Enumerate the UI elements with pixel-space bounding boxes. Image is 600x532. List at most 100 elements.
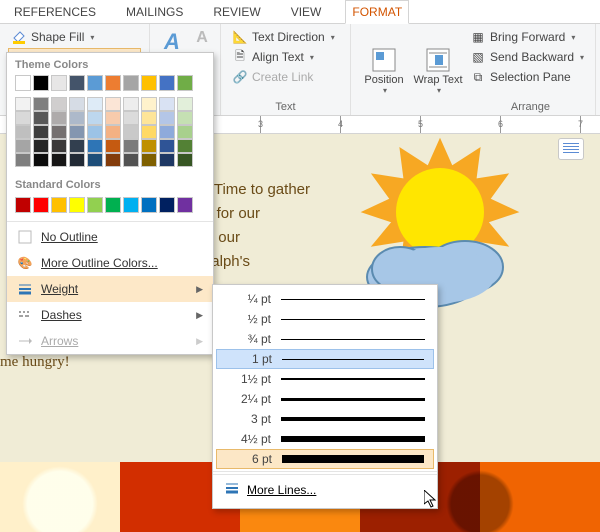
color-swatch[interactable] bbox=[177, 125, 193, 139]
weight-option[interactable]: 6 pt bbox=[216, 449, 434, 469]
color-swatch[interactable] bbox=[51, 75, 67, 91]
color-swatch[interactable] bbox=[159, 139, 175, 153]
color-swatch[interactable] bbox=[51, 125, 67, 139]
color-swatch[interactable] bbox=[15, 97, 31, 111]
tab-view[interactable]: VIEW bbox=[285, 1, 328, 23]
color-swatch[interactable] bbox=[69, 139, 85, 153]
weight-option[interactable]: 3 pt bbox=[213, 409, 437, 429]
text-direction-button[interactable]: 📐 Text Direction▾ bbox=[229, 28, 342, 46]
color-swatch[interactable] bbox=[87, 111, 103, 125]
color-swatch[interactable] bbox=[33, 125, 49, 139]
color-swatch[interactable] bbox=[69, 153, 85, 167]
color-swatch[interactable] bbox=[105, 125, 121, 139]
tab-references[interactable]: REFERENCES bbox=[8, 1, 102, 23]
weight-option[interactable]: 4½ pt bbox=[213, 429, 437, 449]
color-swatch[interactable] bbox=[123, 125, 139, 139]
color-swatch[interactable] bbox=[69, 97, 85, 111]
color-swatch[interactable] bbox=[159, 197, 175, 213]
color-swatch[interactable] bbox=[69, 75, 85, 91]
color-swatch[interactable] bbox=[105, 139, 121, 153]
color-swatch[interactable] bbox=[33, 97, 49, 111]
color-swatch[interactable] bbox=[51, 111, 67, 125]
align-text-button[interactable]: 🗎 Align Text▾ bbox=[229, 48, 342, 66]
tab-review[interactable]: REVIEW bbox=[207, 1, 266, 23]
color-swatch[interactable] bbox=[141, 97, 157, 111]
color-swatch[interactable] bbox=[69, 111, 85, 125]
weight-option[interactable]: ¼ pt bbox=[213, 289, 437, 309]
color-swatch[interactable] bbox=[123, 111, 139, 125]
shape-fill-button[interactable]: Shape Fill ▾ bbox=[8, 28, 141, 46]
color-swatch[interactable] bbox=[51, 139, 67, 153]
weight-label: ¼ pt bbox=[225, 292, 271, 306]
more-outline-colors-item[interactable]: 🎨 More Outline Colors... bbox=[7, 250, 213, 276]
tab-format[interactable]: FORMAT bbox=[345, 0, 409, 24]
no-outline-item[interactable]: No Outline bbox=[7, 224, 213, 250]
wrap-text-button[interactable]: Wrap Text▾ bbox=[413, 28, 463, 113]
weight-option[interactable]: ¾ pt bbox=[213, 329, 437, 349]
color-swatch[interactable] bbox=[33, 75, 49, 91]
position-button[interactable]: Position▾ bbox=[359, 28, 409, 113]
color-swatch[interactable] bbox=[177, 197, 193, 213]
weight-option[interactable]: 1 pt bbox=[216, 349, 434, 369]
color-swatch[interactable] bbox=[15, 197, 31, 213]
color-swatch[interactable] bbox=[105, 75, 121, 91]
color-swatch[interactable] bbox=[159, 75, 175, 91]
color-swatch[interactable] bbox=[159, 111, 175, 125]
color-swatch[interactable] bbox=[51, 97, 67, 111]
selection-pane-button[interactable]: ⧉Selection Pane bbox=[467, 68, 587, 86]
color-swatch[interactable] bbox=[51, 153, 67, 167]
color-swatch[interactable] bbox=[123, 197, 139, 213]
color-swatch[interactable] bbox=[177, 111, 193, 125]
dashes-item[interactable]: Dashes ▶ bbox=[7, 302, 213, 328]
color-swatch[interactable] bbox=[177, 139, 193, 153]
layout-options-button[interactable] bbox=[558, 138, 584, 160]
send-backward-button[interactable]: ▧Send Backward▾ bbox=[467, 48, 587, 66]
color-swatch[interactable] bbox=[141, 139, 157, 153]
weight-option[interactable]: 1½ pt bbox=[213, 369, 437, 389]
color-swatch[interactable] bbox=[159, 153, 175, 167]
color-swatch[interactable] bbox=[141, 153, 157, 167]
color-swatch[interactable] bbox=[15, 139, 31, 153]
color-swatch[interactable] bbox=[51, 197, 67, 213]
color-swatch[interactable] bbox=[15, 111, 31, 125]
weight-item[interactable]: Weight ▶ bbox=[7, 276, 213, 302]
bring-forward-button[interactable]: ▦Bring Forward▾ bbox=[467, 28, 587, 46]
color-swatch[interactable] bbox=[123, 153, 139, 167]
color-swatch[interactable] bbox=[177, 97, 193, 111]
color-swatch[interactable] bbox=[141, 75, 157, 91]
color-swatch[interactable] bbox=[105, 97, 121, 111]
color-swatch[interactable] bbox=[33, 139, 49, 153]
color-swatch[interactable] bbox=[123, 139, 139, 153]
color-swatch[interactable] bbox=[87, 125, 103, 139]
color-swatch[interactable] bbox=[105, 153, 121, 167]
color-swatch[interactable] bbox=[177, 153, 193, 167]
color-swatch[interactable] bbox=[33, 153, 49, 167]
color-swatch[interactable] bbox=[87, 153, 103, 167]
tab-mailings[interactable]: MAILINGS bbox=[120, 1, 189, 23]
color-swatch[interactable] bbox=[69, 197, 85, 213]
color-swatch[interactable] bbox=[15, 75, 31, 91]
color-swatch[interactable] bbox=[159, 97, 175, 111]
color-swatch[interactable] bbox=[141, 125, 157, 139]
weight-option[interactable]: ½ pt bbox=[213, 309, 437, 329]
color-swatch[interactable] bbox=[33, 111, 49, 125]
color-swatch[interactable] bbox=[87, 75, 103, 91]
color-swatch[interactable] bbox=[123, 75, 139, 91]
color-swatch[interactable] bbox=[87, 139, 103, 153]
color-swatch[interactable] bbox=[87, 97, 103, 111]
color-swatch[interactable] bbox=[177, 75, 193, 91]
color-swatch[interactable] bbox=[15, 153, 31, 167]
more-lines-item[interactable]: More Lines... bbox=[213, 474, 437, 504]
color-swatch[interactable] bbox=[141, 111, 157, 125]
color-swatch[interactable] bbox=[123, 97, 139, 111]
color-swatch[interactable] bbox=[69, 125, 85, 139]
color-swatch[interactable] bbox=[141, 197, 157, 213]
color-swatch[interactable] bbox=[33, 197, 49, 213]
color-swatch[interactable] bbox=[87, 197, 103, 213]
weight-option[interactable]: 2¼ pt bbox=[213, 389, 437, 409]
color-swatch[interactable] bbox=[15, 125, 31, 139]
text-outline-a-icon[interactable]: A bbox=[192, 28, 212, 48]
color-swatch[interactable] bbox=[105, 111, 121, 125]
color-swatch[interactable] bbox=[159, 125, 175, 139]
color-swatch[interactable] bbox=[105, 197, 121, 213]
